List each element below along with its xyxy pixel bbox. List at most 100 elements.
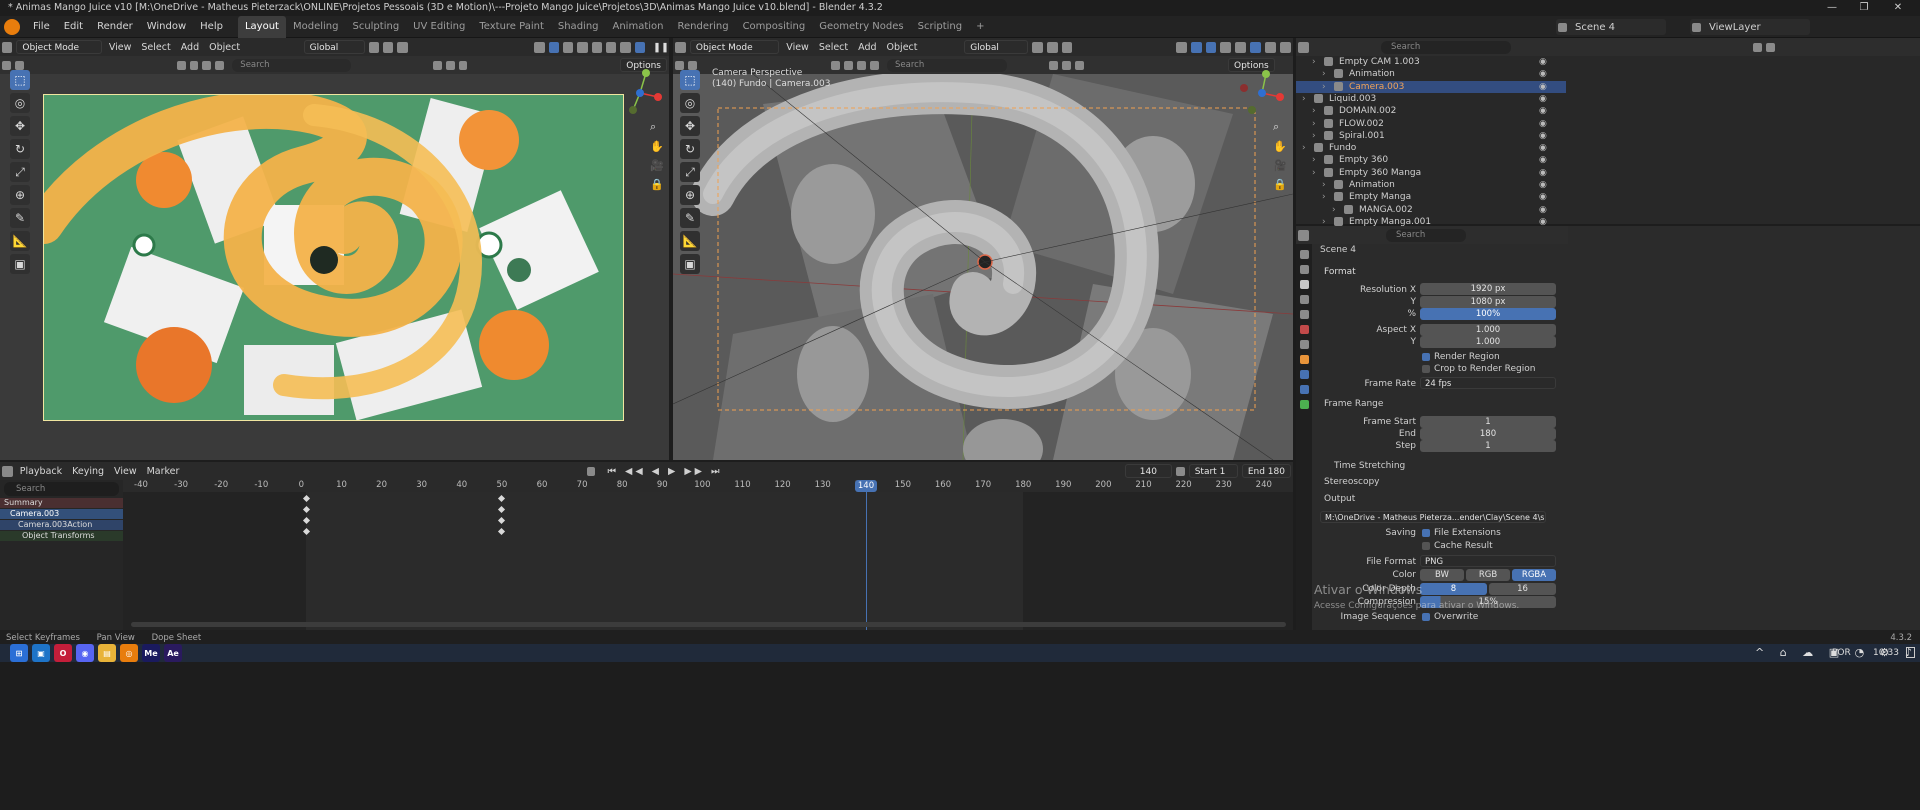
taskbar-discord-icon[interactable]: ◉	[76, 644, 94, 662]
camera-view-icon-right[interactable]: 🎥	[1273, 159, 1287, 172]
pivot-icon-right[interactable]	[1031, 41, 1043, 53]
sync-icon-right[interactable]	[1075, 60, 1084, 70]
color-bw-button[interactable]: BW	[1420, 569, 1464, 581]
tool-cursor-icon-right[interactable]: ◎	[680, 93, 700, 113]
select-box-icon[interactable]	[2, 60, 11, 70]
pause-icon[interactable]: ❚❚	[653, 42, 669, 53]
filter-mesh-icon-right[interactable]	[844, 60, 853, 70]
visibility-eye-icon[interactable]: ◉	[1539, 105, 1547, 117]
tool-transform-icon-right[interactable]: ⊕	[680, 185, 700, 205]
playback-controls[interactable]: ⏮ ◀◀ ◀ ▶ ▶▶ ⏭	[607, 466, 722, 477]
lock-camera-icon[interactable]: 🔒	[650, 178, 664, 191]
pivot-icon[interactable]	[368, 41, 379, 53]
shading-material-icon[interactable]	[620, 41, 631, 53]
tool-move-icon[interactable]: ✥	[10, 116, 30, 136]
shading-material-icon-right[interactable]	[1265, 41, 1277, 53]
expand-arrow-icon[interactable]: ›	[1312, 105, 1322, 117]
file-extensions-checkbox[interactable]: File Extensions	[1422, 527, 1501, 539]
menu-window[interactable]: Window	[140, 16, 193, 38]
xray-icon[interactable]	[577, 41, 588, 53]
shading-solid-icon[interactable]	[605, 41, 617, 53]
menu-edit[interactable]: Edit	[57, 16, 90, 38]
output-panel[interactable]: Output	[1324, 493, 1355, 505]
sync-icon[interactable]	[458, 60, 468, 70]
visibility-eye-icon[interactable]: ◉	[1539, 130, 1547, 142]
outliner-row[interactable]: › Liquid.003 ◉	[1296, 93, 1566, 105]
menu-file[interactable]: File	[26, 16, 57, 38]
viewport-right[interactable]: Object Mode View Select Add Object Globa…	[673, 38, 1293, 460]
aspect-y-field[interactable]: 1.000	[1420, 336, 1556, 348]
add-workspace-button[interactable]: +	[969, 16, 991, 38]
zoom-icon-right[interactable]: ⌕	[1273, 120, 1287, 134]
visibility-eye-icon[interactable]: ◉	[1539, 81, 1547, 93]
select-menu[interactable]: Select	[136, 42, 175, 53]
world-tab-icon[interactable]	[1299, 325, 1309, 334]
zoom-icon[interactable]: ⌕	[650, 120, 664, 134]
tab-uv-editing[interactable]: UV Editing	[406, 16, 472, 38]
filter-object-icon-right[interactable]	[831, 60, 840, 70]
visibility-icon[interactable]	[534, 41, 545, 53]
color-depth-8-button[interactable]: 8	[1420, 583, 1487, 595]
object-menu[interactable]: Object	[204, 42, 245, 53]
outliner-editor-icon[interactable]	[1298, 41, 1309, 53]
properties-editor-icon[interactable]	[1298, 229, 1309, 241]
mode-selector-right[interactable]: Object Mode	[689, 40, 780, 54]
pan-icon-right[interactable]: ✋	[1273, 140, 1287, 153]
filter-light-icon[interactable]	[215, 60, 225, 70]
select-menu-right[interactable]: Select	[814, 42, 853, 53]
view-menu-timeline[interactable]: View	[109, 466, 142, 477]
constraints-tab-icon[interactable]	[1299, 385, 1309, 394]
output-path-field[interactable]: M:\OneDrive - Matheus Pieterza...ender\C…	[1320, 511, 1546, 523]
properties-search[interactable]: Search	[1386, 228, 1466, 242]
tab-geometry-nodes[interactable]: Geometry Nodes	[812, 16, 910, 38]
frame-rate-dropdown[interactable]: 24 fps	[1420, 377, 1556, 389]
record-icon[interactable]	[586, 466, 596, 476]
tool-cursor-icon[interactable]: ◎	[10, 93, 30, 113]
tab-modeling[interactable]: Modeling	[286, 16, 346, 38]
end-frame-field[interactable]: End 180	[1241, 464, 1291, 478]
visibility-eye-icon[interactable]: ◉	[1539, 93, 1547, 105]
filter-mesh-icon[interactable]	[189, 60, 199, 70]
crop-region-checkbox[interactable]: Crop to Render Region	[1422, 363, 1535, 375]
xray-icon-right[interactable]	[1220, 41, 1232, 53]
expand-arrow-icon[interactable]: ›	[1322, 179, 1332, 191]
time-stretching-panel[interactable]: Time Stretching	[1334, 460, 1405, 472]
tray-clock[interactable]: 10:33	[1873, 644, 1899, 662]
navigation-gizmo[interactable]	[628, 68, 668, 118]
current-frame-field[interactable]: 140	[1124, 464, 1172, 478]
view-layer-tab-icon[interactable]	[1299, 295, 1309, 304]
taskbar-after-effects-icon[interactable]: Ae	[164, 644, 182, 662]
close-button[interactable]: ✕	[1884, 0, 1912, 16]
outliner-row[interactable]: › Spiral.001 ◉	[1296, 130, 1566, 142]
tool-scale-icon[interactable]: ⤢	[10, 162, 30, 182]
shading-wire-icon-right[interactable]	[1235, 41, 1247, 53]
tool-select-icon-right[interactable]: ⬚	[680, 70, 700, 90]
select-box-icon-right[interactable]	[675, 60, 684, 70]
resolution-percent-field[interactable]: 100%	[1420, 308, 1556, 320]
visibility-eye-icon[interactable]: ◉	[1539, 154, 1547, 166]
outliner-row[interactable]: › Camera.003 ◉	[1296, 80, 1566, 93]
clock-icon[interactable]	[1175, 466, 1185, 476]
object-menu-right[interactable]: Object	[882, 42, 923, 53]
expand-arrow-icon[interactable]: ›	[1312, 154, 1322, 166]
taskbar-media-encoder-icon[interactable]: Me	[142, 644, 160, 662]
menu-render[interactable]: Render	[90, 16, 140, 38]
gizmo-icon-right[interactable]	[1190, 41, 1202, 53]
tool-annotate-icon[interactable]: ✎	[10, 208, 30, 228]
visibility-eye-icon[interactable]: ◉	[1539, 204, 1547, 216]
expand-arrow-icon[interactable]: ›	[1312, 130, 1322, 142]
filter-camera-icon[interactable]	[202, 60, 212, 70]
new-collection-icon[interactable]	[1766, 42, 1775, 52]
outliner-row[interactable]: › Empty 360 Manga ◉	[1296, 167, 1566, 179]
shading-render-icon-right[interactable]	[1280, 41, 1291, 53]
taskbar-explorer-icon[interactable]: ▤	[98, 644, 116, 662]
marker-menu[interactable]: Marker	[142, 466, 185, 477]
viewlayer-selector[interactable]: ViewLayer	[1690, 19, 1810, 35]
viewport-left[interactable]: Object Mode View Select Add Object Globa…	[0, 38, 669, 460]
transform-orientation-right[interactable]: Global	[964, 40, 1028, 54]
proportional-icon[interactable]	[397, 41, 408, 53]
tab-compositing[interactable]: Compositing	[736, 16, 813, 38]
playhead-line[interactable]	[866, 492, 867, 630]
shading-render-icon[interactable]	[634, 41, 646, 53]
dopesheet-region[interactable]: -40 -30 -20 -10 0 10 20 30 40 50 60 70 80 90 100 110 120…	[123, 480, 1293, 630]
